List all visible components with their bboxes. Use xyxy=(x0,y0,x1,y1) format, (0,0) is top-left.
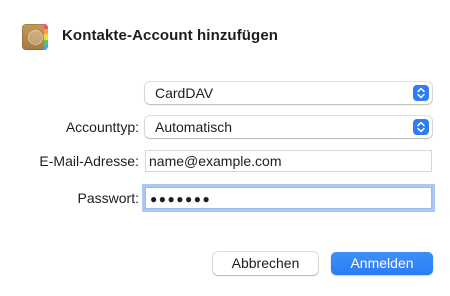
contact-tabs xyxy=(44,24,48,50)
dialog-title: Kontakte-Account hinzufügen xyxy=(62,27,279,44)
email-input[interactable] xyxy=(146,151,431,171)
account-type-label: Accounttyp: xyxy=(65,119,139,135)
email-field[interactable] xyxy=(145,150,432,172)
password-mask: ●●●●●●● xyxy=(150,192,212,206)
account-type-select[interactable]: Automatisch xyxy=(145,116,432,138)
account-type-value: Automatisch xyxy=(155,119,233,135)
updown-chevron-icon xyxy=(413,85,429,101)
password-field[interactable]: ●●●●●●● xyxy=(145,187,432,209)
cancel-button[interactable]: Abbrechen xyxy=(213,252,318,275)
contact-face-icon xyxy=(28,30,43,45)
sign-in-button[interactable]: Anmelden xyxy=(331,252,433,275)
password-label: Passwort: xyxy=(77,190,139,206)
server-type-select[interactable]: CardDAV xyxy=(145,82,432,104)
server-type-value: CardDAV xyxy=(155,85,214,101)
app-icon xyxy=(22,24,48,50)
updown-chevron-icon xyxy=(413,119,429,135)
email-label: E-Mail-Adresse: xyxy=(39,153,139,169)
